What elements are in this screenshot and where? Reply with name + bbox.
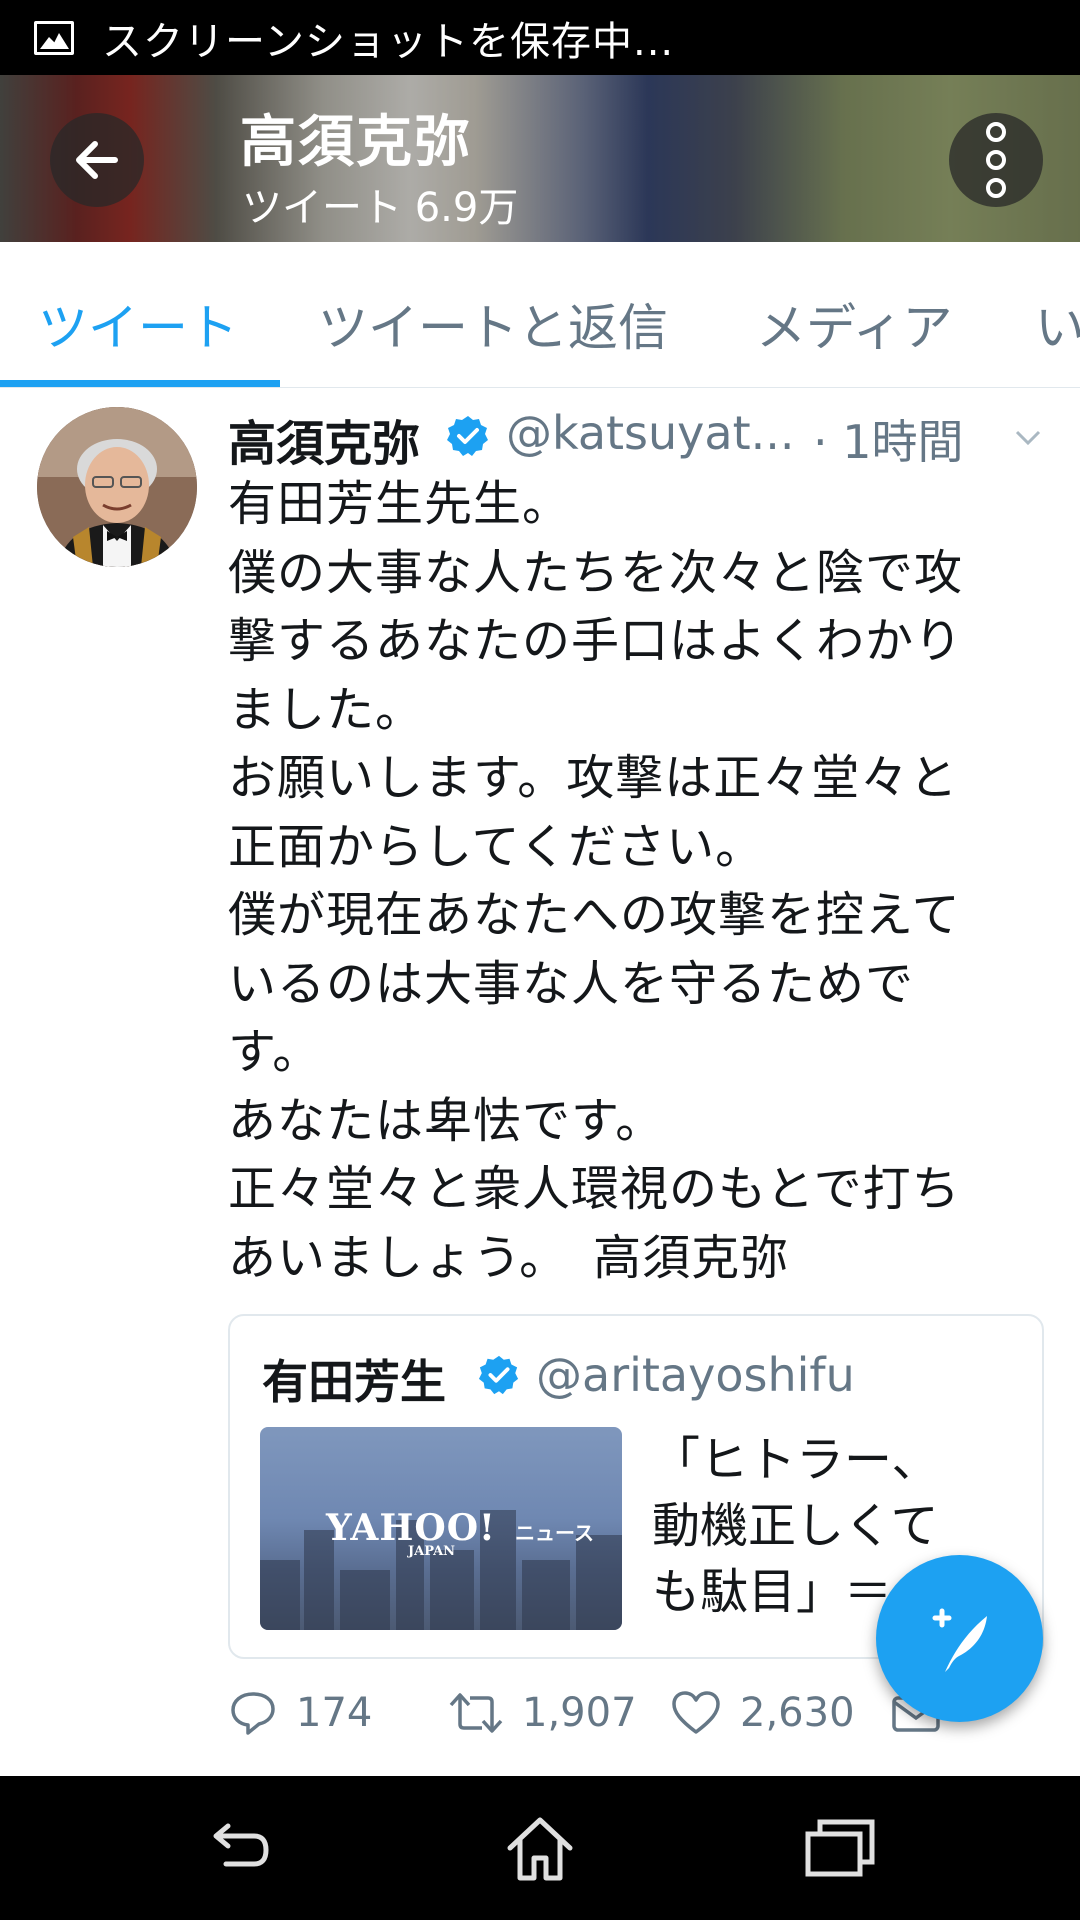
compose-icon (932, 1608, 987, 1672)
system-nav-bar (0, 1776, 1080, 1920)
yahoo-logo: YAHOO! (326, 1507, 496, 1549)
quote-thumbnail[interactable]: YAHOO! JAPAN ニュース (260, 1427, 622, 1630)
yahoo-logo-sub: JAPAN (408, 1544, 456, 1559)
thumb-building (522, 1560, 570, 1630)
tweet-handle[interactable]: @katsuyat... (506, 406, 796, 460)
tab-tweets[interactable]: ツイート (38, 288, 238, 360)
thumb-building (340, 1570, 390, 1630)
tweet-author[interactable]: 高須克弥 (228, 404, 420, 474)
avatar[interactable] (37, 407, 197, 567)
verified-icon (478, 1355, 519, 1395)
status-bar: スクリーンショットを保存中... (0, 0, 1080, 75)
image-icon (34, 20, 74, 55)
nav-back-icon[interactable] (200, 1808, 280, 1888)
quote-handle: @aritayoshifu (536, 1348, 855, 1402)
active-tab-indicator (0, 380, 280, 387)
more-button[interactable] (949, 113, 1043, 207)
profile-name: 高須克弥 (240, 110, 472, 175)
profile-header: 高須克弥 ツイート 6.9万 (0, 75, 1080, 242)
status-text: スクリーンショットを保存中... (102, 18, 675, 65)
thumb-building (576, 1535, 622, 1630)
like-icon (672, 1691, 720, 1734)
more-vertical-icon (986, 122, 1006, 142)
compose-button[interactable] (876, 1555, 1043, 1722)
profile-tabs: ツイート ツイートと返信 メディア い (0, 242, 1080, 388)
like-count: 2,630 (740, 1690, 855, 1736)
yahoo-news-label: ニュース (515, 1521, 594, 1545)
thumb-building (260, 1560, 300, 1630)
back-button[interactable] (50, 113, 144, 207)
tab-tweets-and-replies[interactable]: ツイートと返信 (318, 288, 668, 360)
avatar-image (37, 407, 197, 567)
tab-media[interactable]: メディア (756, 288, 953, 360)
verified-icon (447, 416, 488, 456)
more-dot (986, 178, 1006, 198)
tweet-text: 有田芳生先生。 僕の大事な人たちを次々と陰で攻 撃するあなたの手口はよくわかり … (228, 476, 964, 1286)
tweet-count: ツイート 6.9万 (242, 185, 519, 231)
back-arrow-icon (76, 141, 118, 179)
chevron-down-icon[interactable] (1013, 422, 1043, 452)
reply-icon (231, 1692, 275, 1735)
reply-button[interactable]: 174 (228, 1688, 372, 1738)
tweet-time: · 1時間 (813, 415, 964, 469)
like-button[interactable]: 2,630 (670, 1688, 855, 1738)
nav-home-icon[interactable] (500, 1808, 580, 1888)
reply-count: 174 (296, 1690, 373, 1736)
thumb-building (430, 1550, 474, 1630)
tab-likes[interactable]: い (1035, 288, 1080, 360)
more-dot (986, 150, 1006, 170)
retweet-count: 1,907 (522, 1690, 637, 1736)
quote-author: 有田芳生 (262, 1355, 446, 1409)
retweet-icon (449, 1693, 503, 1733)
nav-recents-icon[interactable] (800, 1808, 880, 1888)
retweet-button[interactable]: 1,907 (448, 1688, 637, 1738)
tweet-header: 高須克弥 @katsuyat... · 1時間 (228, 404, 1058, 472)
